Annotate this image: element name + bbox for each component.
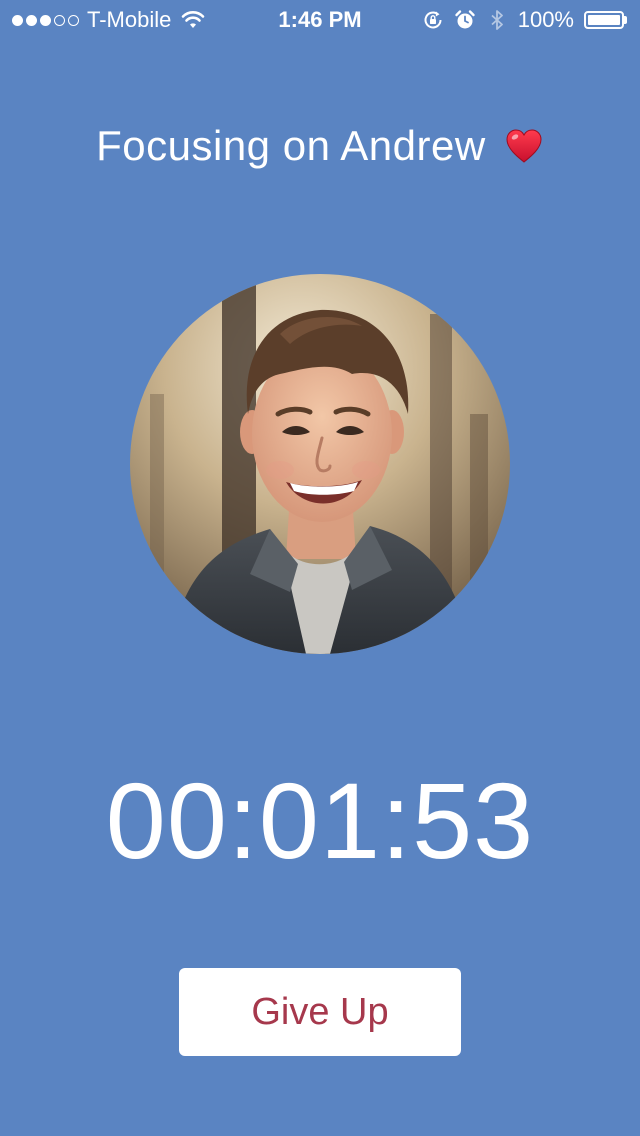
focus-title-text: Focusing on Andrew — [96, 122, 486, 169]
signal-strength-icon — [12, 14, 79, 26]
battery-body — [584, 11, 624, 29]
status-right: 100% — [422, 6, 628, 34]
carrier-name: T-Mobile — [87, 7, 172, 32]
wifi-icon — [182, 11, 205, 28]
battery-fill — [588, 15, 620, 25]
signal-dot — [68, 14, 79, 26]
signal-dot — [12, 14, 23, 26]
signal-dot — [26, 14, 37, 26]
avatar-illustration — [130, 274, 510, 654]
bluetooth-icon — [491, 10, 503, 30]
focus-timer: 00:01:53 — [105, 760, 535, 881]
signal-dot — [54, 14, 65, 26]
signal-dot — [40, 14, 51, 26]
red-heart-icon — [506, 129, 542, 163]
focus-title: Focusing on Andrew — [0, 122, 640, 170]
battery-tip — [624, 16, 627, 24]
rotation-lock-icon — [424, 11, 442, 29]
give-up-button[interactable]: Give Up — [179, 968, 461, 1056]
alarm-icon — [455, 10, 475, 29]
battery-percent: 100% — [517, 7, 574, 32]
status-left: T-Mobile — [12, 6, 205, 34]
status-bar: T-Mobile 1:46 PM 100% — [0, 0, 640, 40]
avatar-photo — [130, 274, 510, 654]
battery-icon — [584, 10, 628, 30]
